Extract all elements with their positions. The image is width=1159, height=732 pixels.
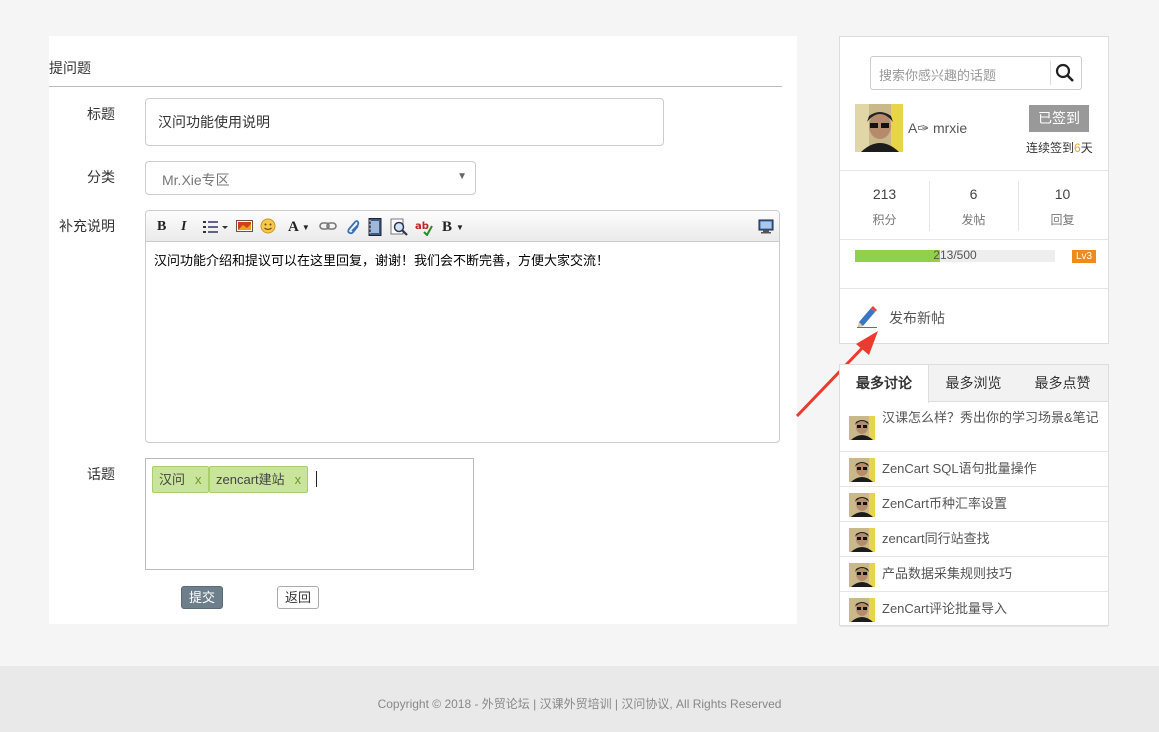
username[interactable]: A✑ mrxie <box>908 120 967 137</box>
rich-text-editor: B I A ▼ ab B ▼ 汉问功能介绍和提议可以在这里回复，谢谢！我们会不断… <box>145 210 780 443</box>
spellcheck-icon[interactable]: ab <box>415 218 433 236</box>
submit-button[interactable]: 提交 <box>181 586 223 609</box>
search-separator <box>1050 61 1051 85</box>
level-progress-bar: 213/500 <box>855 248 1055 262</box>
stat-label: 回复 <box>1050 213 1075 227</box>
stat-posts[interactable]: 6 发帖 <box>929 186 1018 228</box>
title-label: 标题 <box>87 106 115 122</box>
italic-icon[interactable]: I <box>181 218 186 236</box>
tag-chip: zencart建站 x <box>209 466 309 493</box>
streak-prefix: 连续签到 <box>1026 141 1075 155</box>
level-badge: Lv3 <box>1072 250 1097 263</box>
author-avatar <box>849 598 875 622</box>
editor-content[interactable]: 汉问功能介绍和提议可以在这里回复，谢谢！我们会不断完善，方便大家交流！ <box>146 242 779 277</box>
link-icon[interactable] <box>319 218 337 236</box>
topic-list-item[interactable]: zencart同行站查找 <box>840 522 1108 557</box>
stat-points[interactable]: 213 积分 <box>840 186 929 228</box>
topic-title[interactable]: zencart同行站查找 <box>882 532 1104 546</box>
editor-toolbar: B I A ▼ ab B ▼ <box>146 211 779 242</box>
topic-list-item[interactable]: ZenCart币种汇率设置 <box>840 487 1108 522</box>
ordered-list-icon[interactable] <box>203 218 229 236</box>
copyright-text: Copyright © 2018 - 外贸论坛 | 汉课外贸培训 | 汉问协议,… <box>377 697 782 711</box>
tag-remove-icon[interactable]: x <box>195 472 202 487</box>
divider <box>840 288 1108 289</box>
block-format-icon[interactable]: B ▼ <box>442 218 464 236</box>
back-button[interactable]: 返回 <box>277 586 319 609</box>
new-post-link[interactable]: 发布新帖 <box>889 308 945 328</box>
source-view-icon[interactable] <box>758 218 774 236</box>
block-format-dropdown-icon: ▼ <box>456 222 464 232</box>
checked-in-button[interactable]: 已签到 <box>1029 105 1089 132</box>
author-avatar <box>849 528 875 552</box>
author-avatar <box>849 493 875 517</box>
stat-value: 10 <box>1054 186 1071 202</box>
stat-replies[interactable]: 10 回复 <box>1018 186 1107 228</box>
topic-list-item[interactable]: ZenCart SQL语句批量操作 <box>840 452 1108 487</box>
footer: Copyright © 2018 - 外贸论坛 | 汉课外贸培训 | 汉问协议,… <box>0 666 1159 732</box>
user-panel: 搜索你感兴趣的话题 A✑ mrxie 已签到 连续签到6天 213 积分 6 发… <box>839 36 1109 344</box>
tag-label: zencart建站 <box>216 472 285 487</box>
topic-title[interactable]: ZenCart SQL语句批量操作 <box>882 462 1104 476</box>
preview-icon[interactable] <box>390 218 408 236</box>
emoji-icon[interactable] <box>260 218 276 236</box>
checkin-streak: 连续签到6天 <box>1026 139 1093 156</box>
search-input[interactable]: 搜索你感兴趣的话题 <box>879 65 996 84</box>
topic-list-item[interactable]: 产品数据采集规则技巧 <box>840 557 1108 592</box>
question-form: 提问题 标题 分类 Mr.Xie专区 ▼ 补充说明 B I A▼ <box>49 36 797 624</box>
topic-title[interactable]: ZenCart评论批量导入 <box>882 602 1104 616</box>
topic-list-item[interactable]: 汉课怎么样？秀出你的学习场景&笔记 <box>840 403 1108 452</box>
description-label: 补充说明 <box>59 218 115 234</box>
tab-most-discussed[interactable]: 最多讨论 <box>840 365 929 403</box>
font-color-dropdown-icon: ▼ <box>301 222 310 232</box>
topic-title[interactable]: 产品数据采集规则技巧 <box>882 567 1104 581</box>
topics-panel: 最多讨论 最多浏览 最多点赞 汉课怎么样？秀出你的学习场景&笔记 ZenCart … <box>839 364 1109 627</box>
category-label: 分类 <box>87 169 115 185</box>
streak-suffix: 天 <box>1080 141 1093 155</box>
category-value: Mr.Xie专区 <box>162 172 230 188</box>
divider <box>840 170 1108 171</box>
tags-input[interactable]: 汉问 x zencart建站 x <box>145 458 474 570</box>
svg-text:ab: ab <box>415 221 429 232</box>
topic-label: 话题 <box>87 466 115 482</box>
font-color-letter: A <box>288 219 299 235</box>
progress-text: 213/500 <box>933 248 977 262</box>
tag-label: 汉问 <box>159 472 186 487</box>
bold-icon[interactable]: B <box>157 218 166 236</box>
stat-label: 发帖 <box>961 213 986 227</box>
author-avatar <box>849 563 875 587</box>
tab-most-viewed[interactable]: 最多浏览 <box>929 365 1018 402</box>
streak-days: 6 <box>1074 141 1081 155</box>
author-avatar <box>849 416 875 440</box>
category-select[interactable]: Mr.Xie专区 ▼ <box>145 161 476 195</box>
dropdown-arrow-icon: ▼ <box>457 171 467 182</box>
search-icon[interactable] <box>1055 63 1075 86</box>
topic-title[interactable]: ZenCart币种汇率设置 <box>882 497 1104 511</box>
topic-title[interactable]: 汉课怎么样？秀出你的学习场景&笔记 <box>882 411 1104 425</box>
title-input[interactable] <box>145 98 664 146</box>
page-title: 提问题 <box>49 60 91 76</box>
avatar[interactable] <box>855 104 903 152</box>
divider <box>49 86 782 87</box>
stat-value: 6 <box>969 186 978 202</box>
stat-label: 积分 <box>872 213 897 227</box>
topics-tabs: 最多讨论 最多浏览 最多点赞 <box>840 365 1108 403</box>
tag-chip: 汉问 x <box>152 466 209 493</box>
tab-most-liked[interactable]: 最多点赞 <box>1018 365 1107 402</box>
tag-remove-icon[interactable]: x <box>295 472 302 487</box>
attachment-icon[interactable] <box>344 218 360 236</box>
text-cursor <box>316 471 317 487</box>
video-icon[interactable] <box>368 218 382 236</box>
author-avatar <box>849 458 875 482</box>
image-icon[interactable] <box>236 218 253 236</box>
stat-value: 213 <box>872 186 897 202</box>
divider <box>840 239 1108 240</box>
block-format-letter: B <box>442 219 453 235</box>
font-color-icon[interactable]: A ▼ <box>288 218 310 236</box>
topic-list-item[interactable]: ZenCart评论批量导入 <box>840 592 1108 627</box>
search-box[interactable]: 搜索你感兴趣的话题 <box>870 56 1082 90</box>
